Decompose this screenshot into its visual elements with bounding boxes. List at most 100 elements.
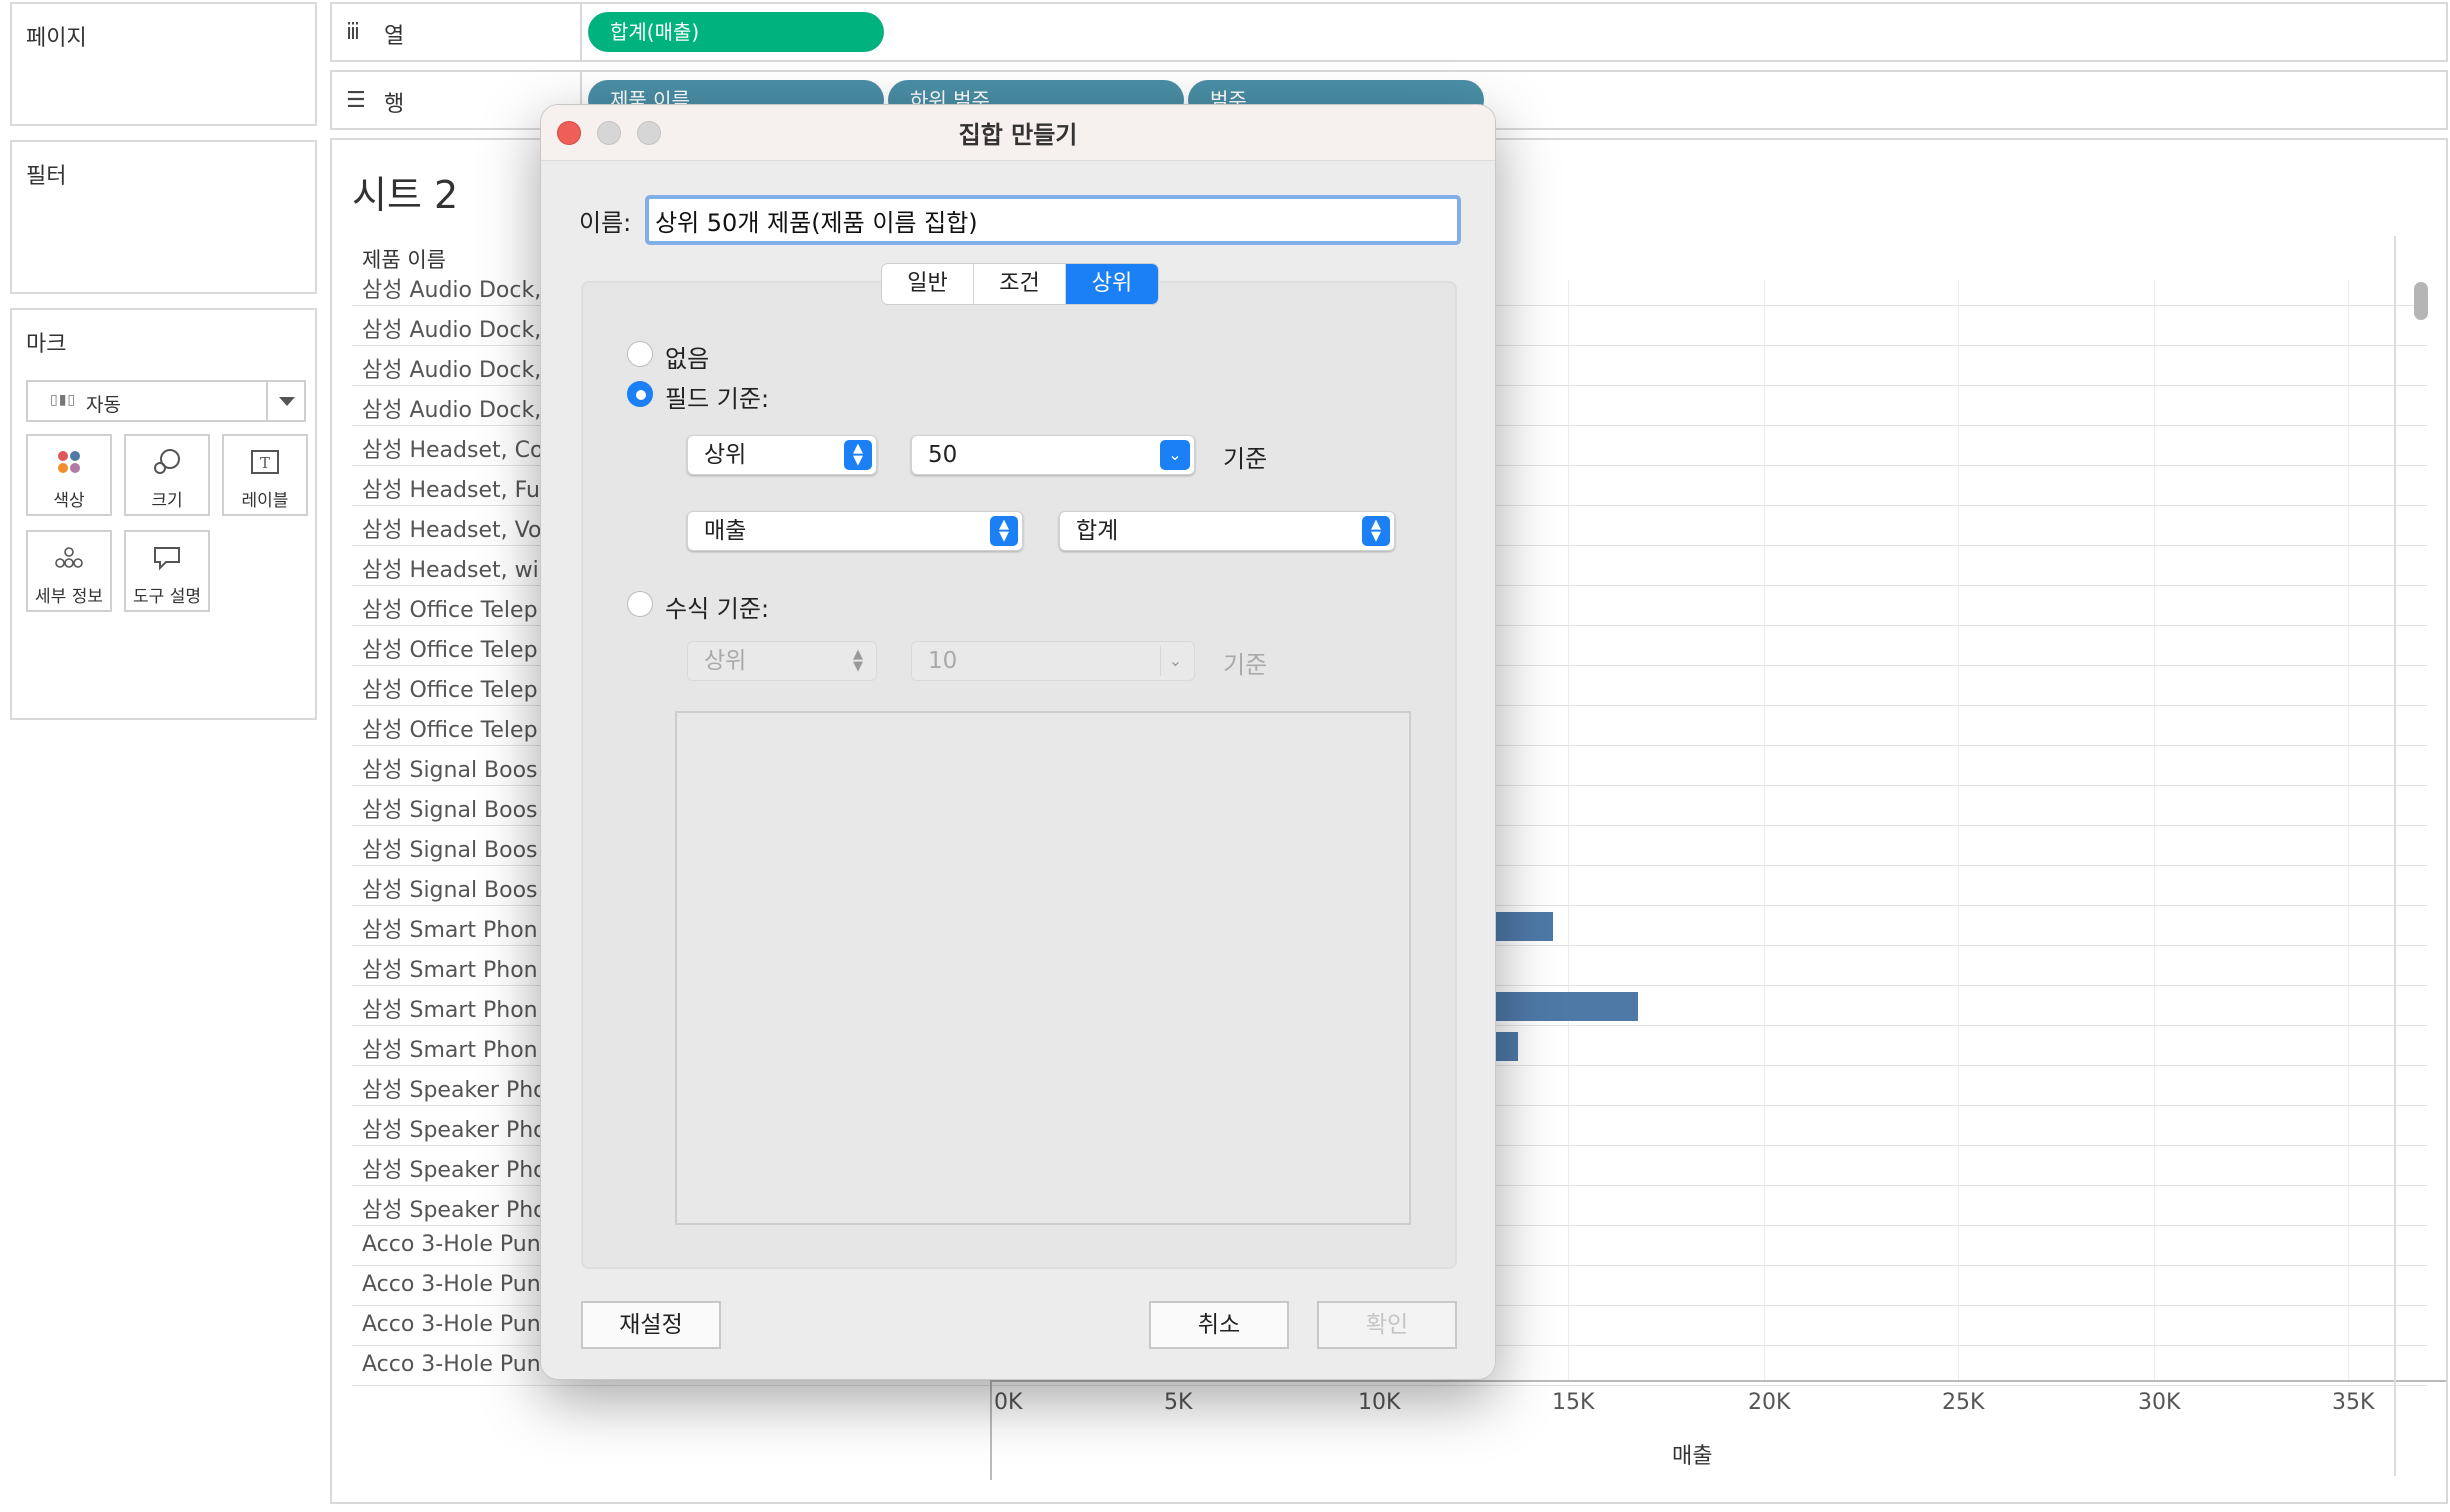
row-label: 삼성 Speaker Pho <box>362 1118 547 1143</box>
x-axis-title: 매출 <box>1672 1444 1713 1469</box>
tab-panel: 없음 필드 기준: 상위 ▲ ▼ 50 ⌄ 기준 매출 ▲ ▼ 합계 ▲ ▼ 수식 기… <box>581 281 1457 1269</box>
columns-icon: ⅲ <box>346 20 361 45</box>
cancel-button[interactable]: 취소 <box>1149 1301 1289 1349</box>
row-label: 삼성 Office Telep <box>362 598 538 623</box>
radio-by-field[interactable] <box>627 381 653 407</box>
field-count-combobox[interactable]: 50 ⌄ <box>911 435 1195 475</box>
set-name-input[interactable] <box>645 195 1461 245</box>
row-label: 삼성 Audio Dock, <box>362 358 542 383</box>
row-label: 삼성 Audio Dock, <box>362 398 542 423</box>
chevron-down-icon: ⌄ <box>1160 440 1190 470</box>
radio-none[interactable] <box>627 341 653 367</box>
row-label: 삼성 Speaker Pho <box>362 1198 547 1223</box>
size-button[interactable]: 크기 <box>124 434 210 516</box>
radio-none-label: 없음 <box>665 345 710 373</box>
tab-condition[interactable]: 조건 <box>974 264 1066 304</box>
ok-button[interactable]: 확인 <box>1317 1301 1457 1349</box>
row-label: 삼성 Smart Phon <box>362 998 538 1023</box>
pages-title: 페이지 <box>26 26 87 51</box>
rows-label: 행 <box>384 92 405 117</box>
field-measure-select[interactable]: 매출 ▲ ▼ <box>687 511 1023 551</box>
tooltip-button[interactable]: 도구 설명 <box>124 530 210 612</box>
row-label: 삼성 Audio Dock, <box>362 318 542 343</box>
row-label: 삼성 Speaker Pho <box>362 1158 547 1183</box>
detail-button[interactable]: 세부 정보 <box>26 530 112 612</box>
row-label: 삼성 Headset, wi <box>362 558 539 583</box>
row-label: 삼성 Signal Boos <box>362 798 538 823</box>
x-axis-tick: 20K <box>1748 1390 1791 1415</box>
text-label-icon: T <box>224 448 306 476</box>
updown-stepper-icon: ▲ ▼ <box>990 516 1018 546</box>
tooltip-label: 도구 설명 <box>133 587 201 607</box>
formula-by-label: 기준 <box>1223 651 1268 679</box>
row-label: Acco 3-Hole Pun <box>362 1232 541 1257</box>
radio-by-formula-label: 수식 기준: <box>665 595 770 623</box>
radio-by-field-label: 필드 기준: <box>665 385 770 413</box>
x-axis-tick: 0K <box>994 1390 1023 1415</box>
detail-label: 세부 정보 <box>35 587 103 607</box>
row-label: 삼성 Office Telep <box>362 678 538 703</box>
formula-editor[interactable] <box>675 711 1411 1225</box>
row-label: 삼성 Headset, Co <box>362 438 544 463</box>
formula-direction-select[interactable]: 상위 ▲ ▼ <box>687 641 877 681</box>
chevron-down-icon: ⌄ <box>1160 646 1190 676</box>
field-direction-value: 상위 <box>704 442 747 468</box>
name-label: 이름: <box>579 209 632 237</box>
mark-type-dropdown[interactable]: ▯▮▯ 자동 <box>26 380 306 422</box>
field-aggregation-select[interactable]: 합계 ▲ ▼ <box>1059 511 1395 551</box>
dialog-titlebar: 집합 만들기 <box>541 105 1495 161</box>
updown-stepper-icon: ▲ ▼ <box>853 647 863 674</box>
speech-bubble-icon <box>126 544 208 572</box>
rows-icon: ☰ <box>346 88 366 113</box>
row-label: 삼성 Speaker Pho <box>362 1078 547 1103</box>
size-icon <box>126 448 208 476</box>
tab-general[interactable]: 일반 <box>882 264 974 304</box>
pill-sum-sales[interactable]: 합계(매출) <box>588 12 884 52</box>
marks-card: 마크 ▯▮▯ 자동 색상 크기 T 레이블 세부 정보 도구 설명 <box>10 308 317 720</box>
detail-icon <box>28 544 110 572</box>
label-label: 레이블 <box>241 491 289 511</box>
row-label: 삼성 Signal Boos <box>362 838 538 863</box>
vertical-scrollbar[interactable] <box>2414 282 2428 320</box>
label-button[interactable]: T 레이블 <box>222 434 308 516</box>
row-label: 삼성 Headset, Fu <box>362 478 541 503</box>
row-label: Acco 3-Hole Pun <box>362 1312 541 1337</box>
chevron-down-icon <box>279 397 295 406</box>
marks-title: 마크 <box>26 332 67 357</box>
color-button[interactable]: 색상 <box>26 434 112 516</box>
x-axis-tick: 30K <box>2138 1390 2181 1415</box>
updown-stepper-icon: ▲ ▼ <box>1362 516 1390 546</box>
row-label: 삼성 Signal Boos <box>362 878 538 903</box>
create-set-dialog: 집합 만들기 이름: 없음 필드 기준: 상위 ▲▼ 50 ⌄ 기준 매출 ▲▼… <box>540 104 1496 1380</box>
filters-card: 필터 <box>10 140 317 294</box>
row-label: 삼성 Smart Phon <box>362 958 538 983</box>
color-label: 색상 <box>53 491 85 511</box>
x-axis-tick: 35K <box>2332 1390 2375 1415</box>
row-label: 삼성 Smart Phon <box>362 1038 538 1063</box>
dialog-title: 집합 만들기 <box>958 121 1078 149</box>
bar-chart-icon: ▯▮▯ <box>50 392 77 408</box>
x-axis-tick: 25K <box>1942 1390 1985 1415</box>
row-label: Acco 3-Hole Pun <box>362 1272 541 1297</box>
formula-direction-value: 상위 <box>704 648 747 674</box>
row-label: 삼성 Signal Boos <box>362 758 538 783</box>
formula-count-value: 10 <box>928 648 958 674</box>
pages-card: 페이지 <box>10 2 317 126</box>
columns-shelf[interactable]: ⅲ 열 합계(매출) <box>330 2 2448 62</box>
updown-stepper-icon: ▲ ▼ <box>844 440 872 470</box>
color-icon <box>28 448 110 476</box>
tab-top[interactable]: 상위 <box>1066 264 1158 304</box>
row-label: 삼성 Office Telep <box>362 638 538 663</box>
x-axis-tick: 10K <box>1358 1390 1401 1415</box>
size-label: 크기 <box>151 491 183 511</box>
svg-text:T: T <box>260 454 270 472</box>
filters-title: 필터 <box>26 164 67 189</box>
formula-count-combobox[interactable]: 10 ⌄ <box>911 641 1195 681</box>
radio-by-formula[interactable] <box>627 591 653 617</box>
field-direction-select[interactable]: 상위 ▲ ▼ <box>687 435 877 475</box>
row-label: 삼성 Smart Phon <box>362 918 538 943</box>
row-label: 삼성 Office Telep <box>362 718 538 743</box>
x-axis-tick: 5K <box>1164 1390 1193 1415</box>
reset-button[interactable]: 재설정 <box>581 1301 721 1349</box>
mark-type-label: 자동 <box>86 394 121 416</box>
